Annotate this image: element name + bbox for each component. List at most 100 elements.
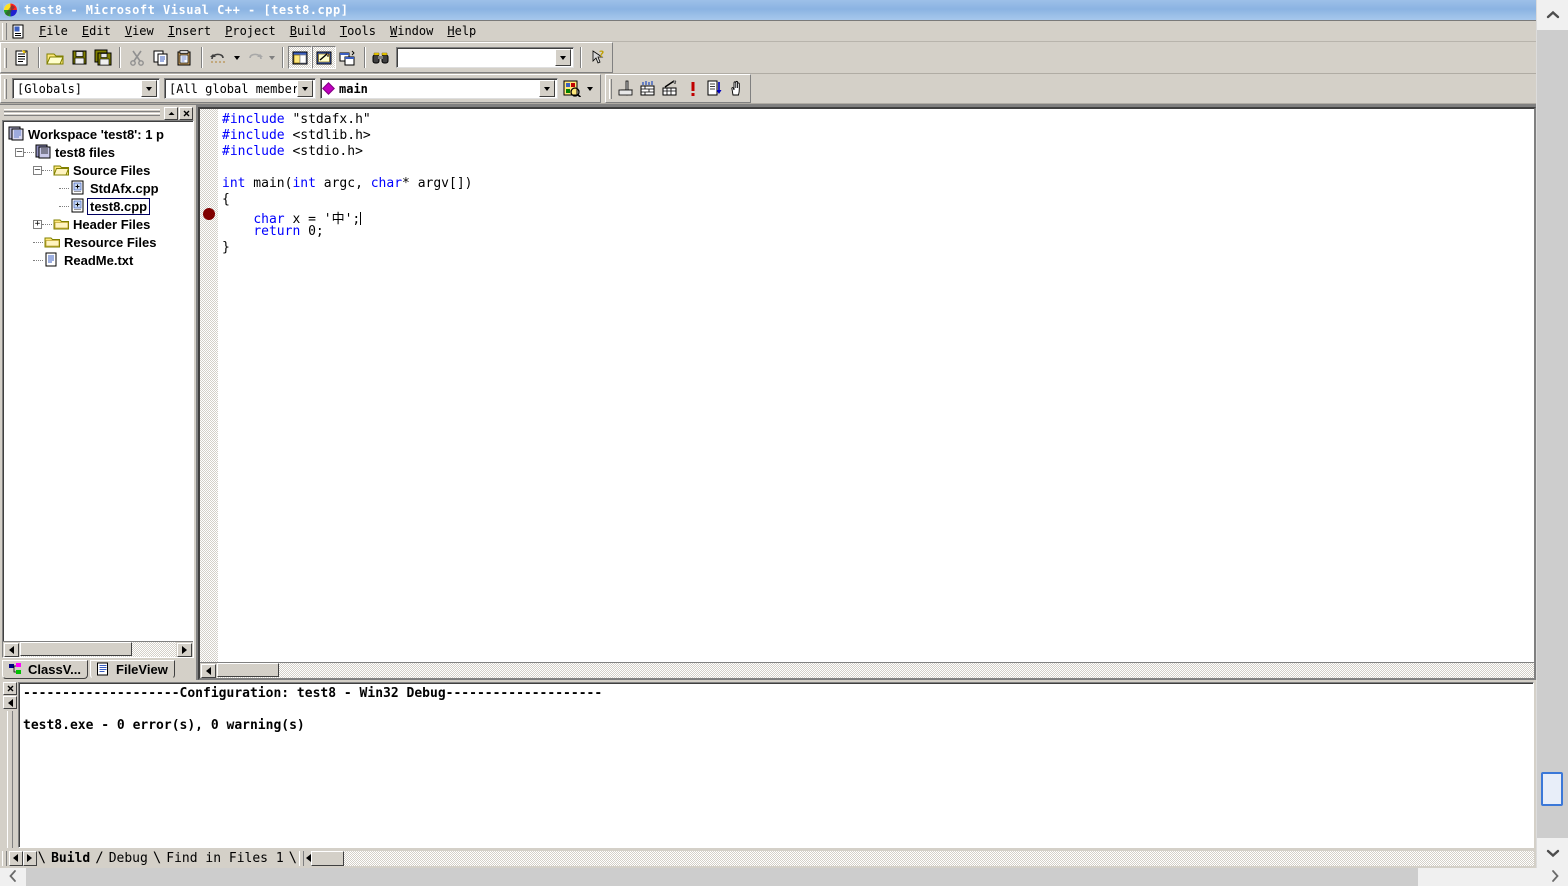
new-text-file-button[interactable] — [10, 46, 34, 69]
menu-item-build[interactable]: Build — [283, 23, 333, 40]
tree-item-header-files[interactable]: + Header Files — [7, 215, 193, 233]
menu-item-project[interactable]: Project — [218, 23, 283, 40]
wizardbar-dropdown-button[interactable] — [584, 77, 596, 100]
page-horizontal-scrollbar[interactable] — [0, 868, 1568, 886]
compile-icon[interactable] — [615, 77, 637, 100]
scroll-track[interactable] — [217, 663, 1534, 678]
scroll-left-arrow-icon[interactable] — [201, 663, 216, 678]
editor-gutter[interactable] — [200, 109, 218, 662]
tree-item-workspace[interactable]: Workspace 'test8': 1 p — [7, 125, 193, 143]
class-combo[interactable]: [Globals] — [12, 78, 160, 99]
output-scroll-thumb[interactable] — [310, 850, 344, 866]
page-vertical-scrollbar[interactable] — [1536, 0, 1568, 868]
member-combo-dropdown-button[interactable] — [539, 80, 555, 97]
build-toolbar-grip[interactable] — [609, 78, 612, 99]
output-pane-grip[interactable] — [7, 711, 13, 848]
code-text-area[interactable]: #include "stdafx.h" #include <stdlib.h> … — [218, 109, 1534, 662]
go-debug-icon[interactable] — [704, 77, 726, 100]
menu-item-window[interactable]: Window — [383, 23, 440, 40]
chevron-down-icon[interactable] — [1537, 838, 1568, 868]
document-properties-icon[interactable] — [9, 23, 27, 40]
file-view-tree[interactable]: Workspace 'test8': 1 p – test8 files – S… — [2, 120, 194, 658]
binoculars-icon[interactable] — [370, 46, 394, 69]
wizardbar-grip[interactable] — [4, 78, 7, 99]
page-hscroll-track[interactable] — [26, 868, 1542, 886]
workspace-caption-grip[interactable] — [4, 109, 160, 117]
menu-item-help[interactable]: Help — [440, 23, 483, 40]
workspace-window-icon[interactable] — [288, 46, 313, 69]
editor-window[interactable]: #include "stdafx.h" #include <stdlib.h> … — [198, 107, 1536, 680]
filter-combo[interactable]: [All global members — [164, 78, 316, 99]
tree-item-stdafx-cpp[interactable]: StdAfx.cpp — [7, 179, 193, 197]
stop-build-icon[interactable] — [659, 77, 681, 100]
chevron-up-icon[interactable] — [1537, 0, 1568, 30]
menu-item-insert[interactable]: Insert — [161, 23, 218, 40]
output-scroll-track[interactable] — [344, 850, 1534, 866]
output-tabstrip-grip[interactable] — [2, 850, 7, 866]
member-combo[interactable]: main — [320, 78, 558, 99]
page-hscroll-thumb[interactable] — [26, 868, 1418, 886]
open-button[interactable] — [44, 46, 68, 69]
menu-item-view[interactable]: View — [118, 23, 161, 40]
find-combo[interactable] — [395, 47, 575, 68]
redo-dropdown-button[interactable] — [266, 46, 278, 69]
copy-button[interactable] — [149, 46, 173, 69]
hand-breakpoint-icon[interactable] — [726, 77, 748, 100]
undo-button[interactable] — [207, 46, 231, 69]
tree-item-readme-txt[interactable]: ReadMe.txt — [7, 251, 193, 269]
output-text-area[interactable]: --------------------Configuration: test8… — [18, 682, 1534, 848]
find-combo-dropdown-button[interactable] — [555, 49, 572, 66]
scroll-up-icon[interactable] — [3, 696, 17, 709]
save-all-button[interactable] — [91, 46, 115, 69]
tree-item-project[interactable]: – test8 files — [7, 143, 193, 161]
undo-dropdown-button[interactable] — [231, 46, 243, 69]
page-vscroll-thumb[interactable] — [1541, 772, 1563, 806]
output-window-icon[interactable] — [312, 46, 336, 69]
cascade-windows-icon[interactable] — [336, 46, 360, 69]
chevron-left-icon[interactable] — [0, 869, 26, 886]
red-exclamation-icon[interactable] — [681, 77, 703, 100]
close-icon[interactable] — [3, 682, 17, 695]
paste-button[interactable] — [173, 46, 197, 69]
menu-item-tools[interactable]: Tools — [333, 23, 383, 40]
scroll-right-arrow-icon[interactable] — [177, 642, 192, 657]
breakpoint-icon[interactable] — [203, 208, 215, 220]
scroll-left-arrow-icon[interactable] — [4, 642, 19, 657]
redo-button[interactable] — [243, 46, 267, 69]
close-icon[interactable] — [179, 106, 193, 120]
tree-item-source-files[interactable]: – Source Files — [7, 161, 193, 179]
tree-body[interactable]: Workspace 'test8': 1 p – test8 files – S… — [3, 121, 193, 641]
tree-item-test8-cpp[interactable]: test8.cpp — [7, 197, 193, 215]
rollup-icon[interactable] — [164, 106, 178, 120]
chevron-right-icon[interactable] — [1542, 869, 1568, 886]
tab-file-view[interactable]: FileView — [90, 660, 175, 679]
tab-find-in-files-1[interactable]: Find in Files 1 — [161, 851, 288, 866]
standard-toolbar-grip[interactable] — [4, 47, 7, 68]
class-wizard-icon[interactable] — [560, 77, 584, 100]
tab-scroll-right-button[interactable] — [22, 850, 37, 866]
tree-expander-collapse[interactable]: – — [15, 147, 24, 157]
cut-button[interactable] — [125, 46, 149, 69]
save-button[interactable] — [68, 46, 92, 69]
scroll-thumb[interactable] — [217, 663, 279, 677]
arrow-question-icon[interactable]: ? — [586, 46, 610, 69]
class-combo-dropdown-button[interactable] — [141, 80, 157, 97]
tree-expander-expand[interactable]: + — [33, 219, 42, 229]
page-vscroll-track[interactable] — [1537, 30, 1568, 838]
build-bricks-icon[interactable] — [637, 77, 659, 100]
editor-body[interactable]: #include "stdafx.h" #include <stdlib.h> … — [200, 109, 1534, 662]
tree-expander-collapse[interactable]: – — [33, 165, 42, 175]
menu-item-file[interactable]: FFileile — [32, 23, 75, 40]
editor-horizontal-scrollbar[interactable] — [200, 662, 1534, 678]
tab-scroll-left-button[interactable] — [8, 850, 23, 866]
scroll-thumb[interactable] — [20, 642, 132, 656]
tree-item-resource-files[interactable]: Resource Files — [7, 233, 193, 251]
menubar-grip[interactable] — [2, 22, 7, 40]
tab-build[interactable]: Build — [46, 851, 95, 866]
tab-debug[interactable]: Debug — [104, 851, 153, 866]
menu-item-edit[interactable]: Edit — [75, 23, 118, 40]
filter-combo-dropdown-button[interactable] — [297, 80, 313, 97]
tab-class-view[interactable]: ClassV... — [2, 660, 89, 679]
tree-horizontal-scrollbar[interactable] — [3, 641, 193, 657]
scroll-track[interactable] — [20, 642, 176, 657]
